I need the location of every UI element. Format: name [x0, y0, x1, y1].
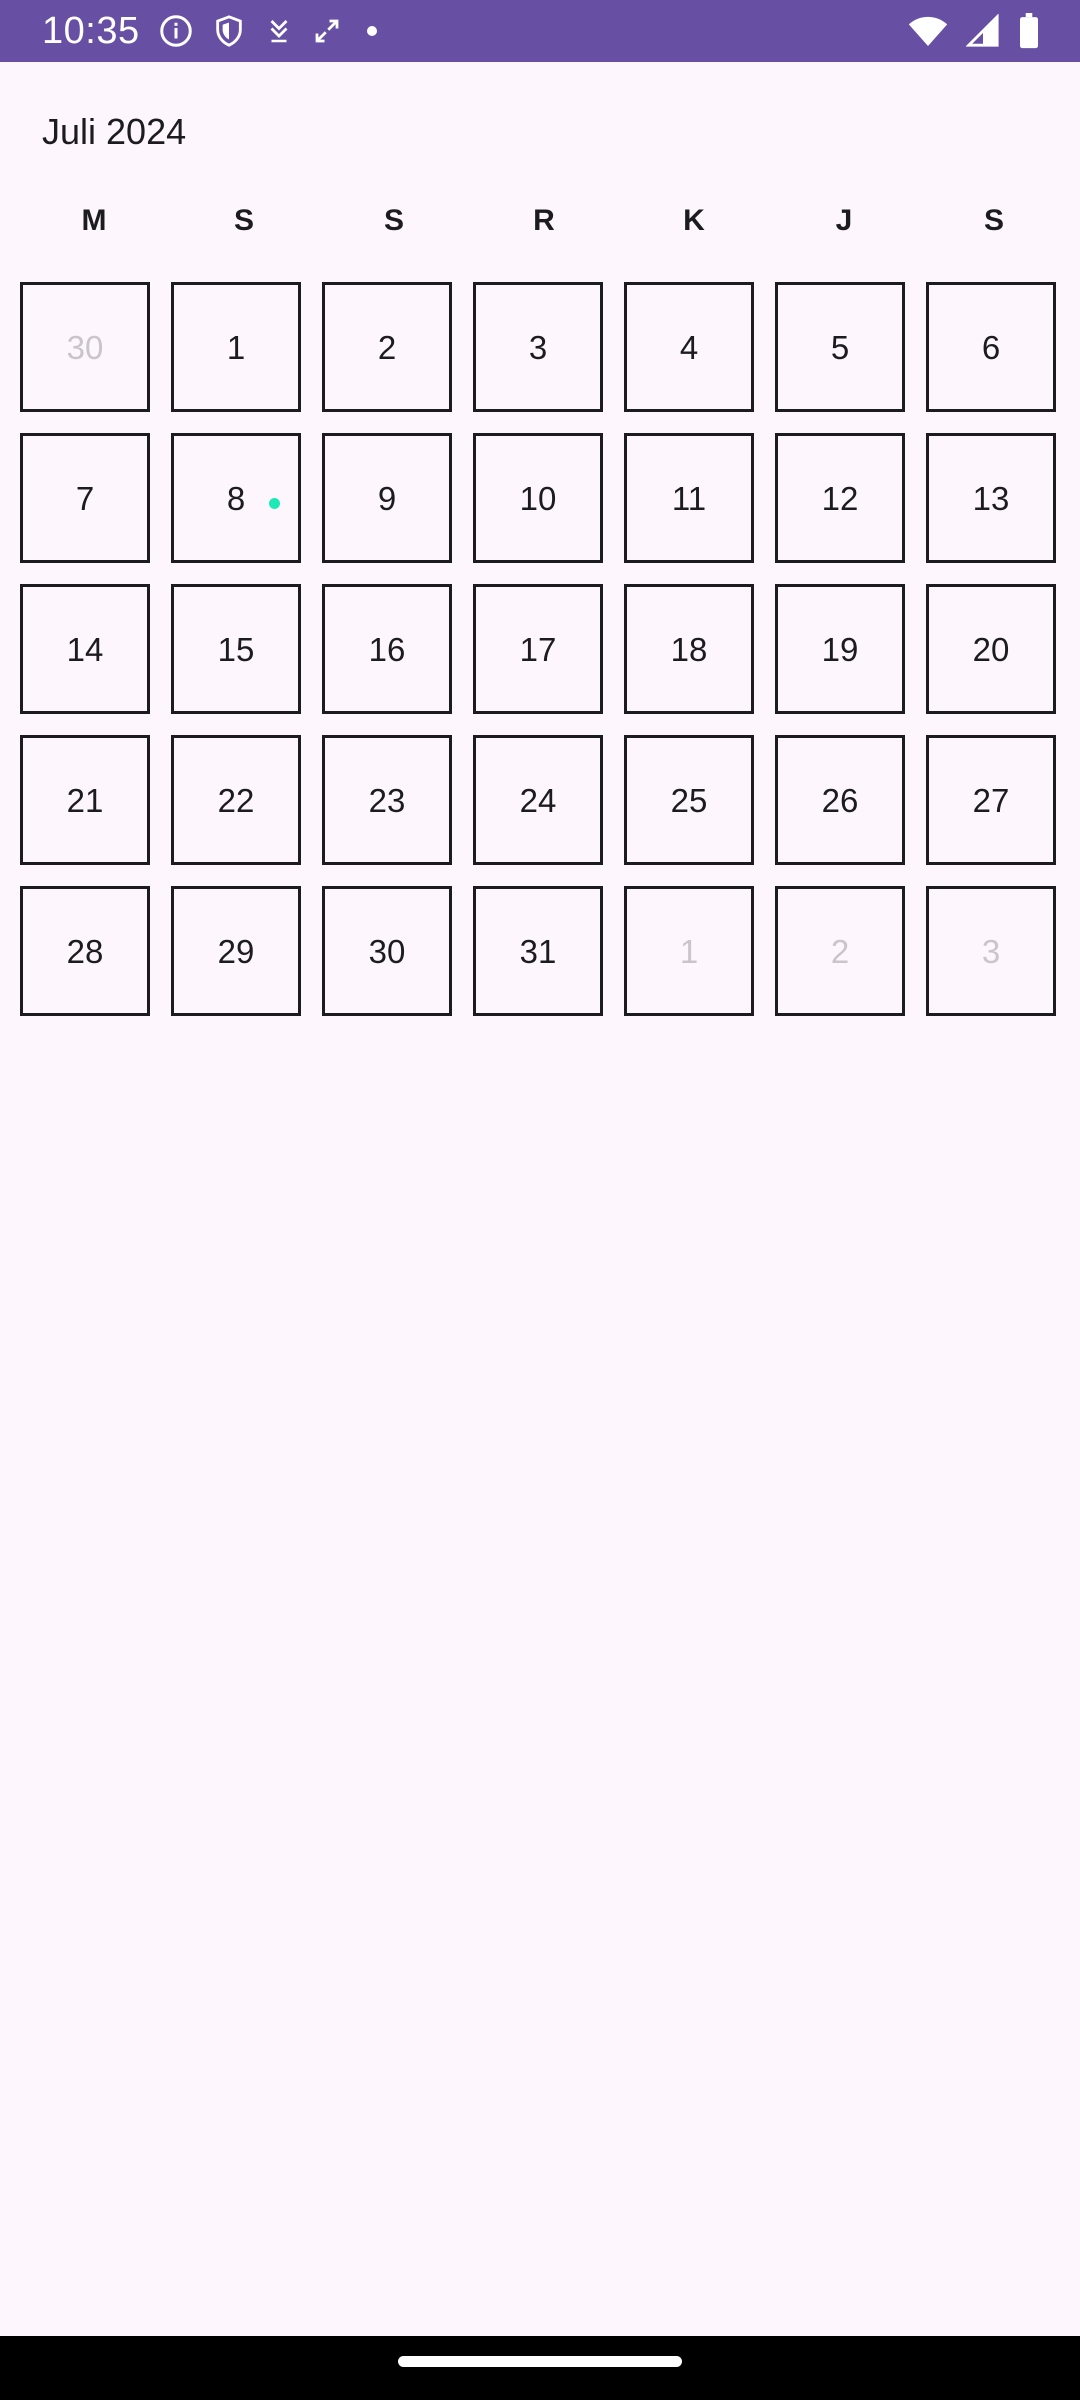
day-number: 2: [830, 932, 850, 970]
day-number: 17: [519, 630, 557, 668]
day-number: 3: [528, 328, 548, 366]
day-cell[interactable]: 10: [473, 433, 603, 563]
day-number: 13: [972, 479, 1010, 517]
weekday-label: J: [835, 204, 853, 237]
day-cell[interactable]: 25: [624, 735, 754, 865]
info-icon: [158, 13, 194, 49]
day-cell[interactable]: 30: [322, 886, 452, 1016]
day-number: 6: [981, 328, 1001, 366]
weekday-label: M: [81, 204, 107, 237]
weekday-label: R: [533, 204, 555, 237]
day-cell-outside-month[interactable]: 2: [775, 886, 905, 1016]
event-indicator-dot: [269, 498, 280, 509]
day-number: 4: [679, 328, 699, 366]
weekday-label: S: [233, 204, 254, 237]
day-number: 10: [519, 479, 557, 517]
day-number: 8: [226, 479, 246, 517]
day-cell[interactable]: 13: [926, 433, 1056, 563]
day-cell[interactable]: 6: [926, 282, 1056, 412]
shield-icon: [212, 13, 246, 49]
day-cell[interactable]: 24: [473, 735, 603, 865]
status-bar: 10:35: [0, 0, 1080, 62]
weekday-label: S: [383, 204, 404, 237]
day-cell[interactable]: 31: [473, 886, 603, 1016]
day-cell[interactable]: 15: [171, 584, 301, 714]
battery-icon: [1018, 13, 1040, 49]
day-number: 2: [377, 328, 397, 366]
day-number: 20: [972, 630, 1010, 668]
day-cell[interactable]: 11: [624, 433, 754, 563]
day-cell[interactable]: 16: [322, 584, 452, 714]
day-number: 21: [66, 781, 104, 819]
day-number: 26: [821, 781, 859, 819]
day-cell[interactable]: 12: [775, 433, 905, 563]
day-number: 22: [217, 781, 255, 819]
day-cell[interactable]: 23: [322, 735, 452, 865]
day-cell[interactable]: 3: [473, 282, 603, 412]
day-number: 7: [75, 479, 95, 517]
calendar-day-grid: 30 1 2 3 4 5 6 7 8 9 10 11 12 13 14 15 1…: [20, 282, 1056, 1016]
sync-arrows-icon: [312, 14, 342, 48]
home-gesture-handle[interactable]: [398, 2356, 682, 2367]
day-cell-outside-month[interactable]: 3: [926, 886, 1056, 1016]
day-number: 24: [519, 781, 557, 819]
day-number: 31: [519, 932, 557, 970]
day-cell-with-event[interactable]: 8: [171, 433, 301, 563]
navigation-bar: [0, 2336, 1080, 2400]
status-bar-right: [908, 13, 1040, 49]
day-number: 1: [679, 932, 699, 970]
day-cell[interactable]: 14: [20, 584, 150, 714]
day-cell[interactable]: 29: [171, 886, 301, 1016]
day-cell[interactable]: 26: [775, 735, 905, 865]
day-number: 14: [66, 630, 104, 668]
weekday-label: S: [983, 204, 1004, 237]
month-title: Juli 2024: [42, 111, 187, 152]
day-cell[interactable]: 21: [20, 735, 150, 865]
day-cell[interactable]: 7: [20, 433, 150, 563]
day-cell[interactable]: 19: [775, 584, 905, 714]
day-cell[interactable]: 27: [926, 735, 1056, 865]
day-cell[interactable]: 9: [322, 433, 452, 563]
day-number: 28: [66, 932, 104, 970]
day-number: 29: [217, 932, 255, 970]
status-bar-left: 10:35: [42, 12, 384, 50]
day-number: 9: [377, 479, 397, 517]
day-number: 18: [670, 630, 708, 668]
day-number: 16: [368, 630, 406, 668]
day-cell[interactable]: 5: [775, 282, 905, 412]
day-number: 23: [368, 781, 406, 819]
day-cell[interactable]: 17: [473, 584, 603, 714]
day-cell[interactable]: 28: [20, 886, 150, 1016]
day-cell-outside-month[interactable]: 1: [624, 886, 754, 1016]
day-number: 1: [226, 328, 246, 366]
day-number: 5: [830, 328, 850, 366]
day-number: 12: [821, 479, 859, 517]
status-time: 10:35: [42, 10, 140, 52]
day-number: 3: [981, 932, 1001, 970]
day-number: 27: [972, 781, 1010, 819]
day-cell[interactable]: 2: [322, 282, 452, 412]
day-cell[interactable]: 1: [171, 282, 301, 412]
download-arrow-icon: [264, 14, 294, 48]
weekday-header: M S S R K J S: [19, 196, 1069, 246]
day-number: 30: [368, 932, 406, 970]
day-number: 15: [217, 630, 255, 668]
dot-icon: [360, 19, 384, 43]
wifi-icon: [908, 14, 948, 48]
day-cell[interactable]: 18: [624, 584, 754, 714]
day-cell-outside-month[interactable]: 30: [20, 282, 150, 412]
weekday-label: K: [683, 204, 705, 237]
day-cell[interactable]: 4: [624, 282, 754, 412]
day-cell[interactable]: 20: [926, 584, 1056, 714]
day-cell[interactable]: 22: [171, 735, 301, 865]
day-number: 30: [66, 328, 104, 366]
day-number: 25: [670, 781, 708, 819]
signal-icon: [966, 14, 1000, 48]
day-number: 11: [671, 479, 707, 517]
day-number: 19: [821, 630, 859, 668]
